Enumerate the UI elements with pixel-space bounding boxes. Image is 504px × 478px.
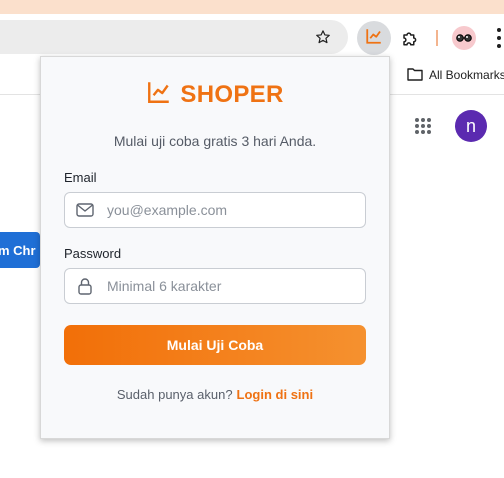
- extensions-puzzle-icon[interactable]: [398, 26, 422, 50]
- brand-logo: SHOPER: [41, 79, 389, 110]
- lock-icon: [75, 276, 95, 296]
- bookmark-star-icon[interactable]: [312, 27, 334, 47]
- folder-icon: [407, 67, 423, 84]
- email-label: Email: [64, 170, 97, 185]
- password-label: Password: [64, 246, 122, 261]
- email-field[interactable]: [64, 192, 366, 228]
- shoper-chart-icon: [146, 79, 172, 110]
- address-bar[interactable]: [0, 20, 348, 54]
- mail-icon: [75, 200, 95, 220]
- shoper-chart-icon: [365, 27, 383, 50]
- window-top-strip: [0, 0, 504, 14]
- password-input[interactable]: [105, 277, 359, 295]
- extension-popup: SHOPER Mulai uji coba gratis 3 hari Anda…: [40, 56, 390, 439]
- avatar[interactable]: n: [455, 110, 487, 142]
- email-input[interactable]: [105, 201, 359, 219]
- more-menu-icon[interactable]: [494, 28, 504, 48]
- apps-grid-icon[interactable]: [415, 118, 431, 134]
- all-bookmarks-folder[interactable]: All Bookmarks: [407, 65, 504, 85]
- login-link[interactable]: Login di sini: [237, 387, 314, 402]
- start-trial-button[interactable]: Mulai Uji Coba: [64, 325, 366, 365]
- popup-subtitle: Mulai uji coba gratis 3 hari Anda.: [113, 133, 317, 149]
- page-button-label: m Chr: [0, 242, 36, 258]
- brand-name: SHOPER: [180, 80, 284, 108]
- toolbar-separator: [436, 30, 438, 46]
- login-prompt-text: Sudah punya akun?: [116, 387, 233, 402]
- profile-glasses-icon[interactable]: [452, 26, 476, 50]
- all-bookmarks-label: All Bookmarks: [429, 68, 504, 82]
- password-field[interactable]: [64, 268, 366, 304]
- login-prompt: Sudah punya akun? Login di sini: [41, 387, 389, 402]
- page-primary-button[interactable]: m Chr: [0, 232, 40, 268]
- shoper-extension-button[interactable]: [357, 21, 391, 55]
